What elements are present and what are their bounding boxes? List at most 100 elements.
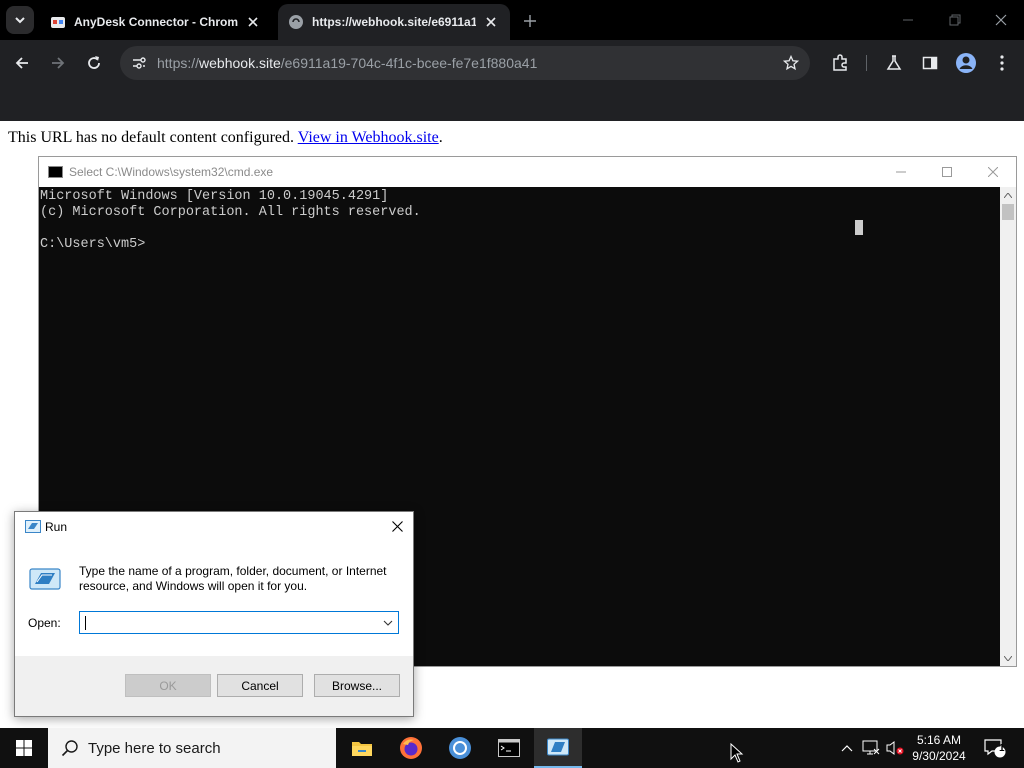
back-button[interactable]	[8, 49, 36, 77]
chrome-menu-button[interactable]	[988, 49, 1016, 77]
network-icon	[862, 740, 880, 755]
webhook-site-icon	[288, 14, 304, 30]
tab-search-button[interactable]	[6, 6, 34, 34]
side-panel-icon	[922, 56, 938, 70]
more-vert-icon	[1000, 55, 1004, 71]
restore-icon	[949, 14, 961, 26]
maximize-icon	[942, 167, 952, 177]
start-button[interactable]	[0, 728, 48, 768]
labs-button[interactable]	[880, 49, 908, 77]
open-combobox[interactable]	[79, 611, 399, 634]
taskbar-file-explorer[interactable]	[338, 728, 386, 768]
console-cursor	[855, 220, 863, 235]
close-window-button[interactable]	[986, 6, 1016, 34]
cmd-icon	[48, 166, 63, 178]
run-close-button[interactable]	[381, 512, 413, 540]
bookmark-star-icon[interactable]	[780, 52, 802, 74]
firefox-icon	[400, 737, 422, 759]
taskbar-run[interactable]	[534, 728, 582, 768]
chrome-icon	[449, 737, 471, 759]
cmd-minimize-button[interactable]	[878, 157, 924, 187]
close-icon	[995, 14, 1007, 26]
taskbar-search-box[interactable]: Type here to search	[48, 728, 336, 768]
text-caret	[85, 616, 86, 630]
chevron-down-icon[interactable]	[379, 614, 396, 631]
system-clock[interactable]: 5:16 AM 9/30/2024	[906, 732, 972, 764]
folder-icon	[352, 742, 372, 756]
minimize-icon	[896, 171, 906, 173]
page-message-text: This URL has no default content configur…	[8, 129, 298, 146]
minimize-button[interactable]	[893, 6, 923, 34]
cmd-maximize-button[interactable]	[924, 157, 970, 187]
run-icon	[547, 738, 569, 756]
tab-webhook[interactable]: https://webhook.site/e6911a19-704c-4f1c-…	[278, 4, 510, 40]
scroll-up-icon[interactable]	[1000, 187, 1016, 203]
terminal-icon	[498, 739, 520, 757]
taskbar-chrome[interactable]	[436, 728, 484, 768]
search-placeholder: Type here to search	[88, 739, 221, 757]
flask-icon	[886, 55, 902, 70]
taskbar-firefox[interactable]	[387, 728, 435, 768]
chevron-down-icon	[15, 17, 25, 24]
close-icon	[391, 520, 403, 532]
view-in-webhook-link[interactable]: View in Webhook.site	[298, 129, 439, 146]
taskbar-cmd[interactable]	[485, 728, 533, 768]
chrome-web-store-icon	[50, 14, 66, 30]
tab-title: https://webhook.site/e6911a19-704c-4f1c-…	[312, 15, 476, 29]
cmd-scrollbar[interactable]	[1000, 187, 1016, 666]
url-text: https://webhook.site/e6911a19-704c-4f1c-…	[157, 55, 537, 71]
forward-button[interactable]	[44, 49, 72, 77]
plus-icon	[524, 15, 536, 27]
page-message-trailing: .	[438, 129, 443, 146]
clock-date: 9/30/2024	[912, 749, 966, 763]
forward-arrow-icon	[52, 57, 65, 69]
browser-window: AnyDesk Connector - Chrome Web Store htt…	[0, 0, 1024, 121]
windows-logo-icon	[16, 740, 32, 756]
site-info-icon[interactable]	[128, 52, 150, 74]
cmd-close-button[interactable]	[970, 157, 1016, 187]
url-path: /e6911a19-704c-4f1c-bcee-fe7e1f880a41	[280, 55, 538, 71]
profile-button[interactable]	[952, 49, 980, 77]
run-titlebar[interactable]: Run	[15, 512, 413, 542]
mouse-pointer-icon	[730, 743, 744, 763]
close-tab-icon[interactable]	[482, 13, 500, 31]
run-title: Run	[45, 520, 68, 534]
puzzle-icon	[833, 54, 847, 71]
notification-count: 1	[999, 743, 1005, 754]
url-host: webhook.site	[199, 55, 281, 71]
restore-button[interactable]	[940, 6, 970, 34]
run-large-icon	[29, 568, 61, 590]
show-hidden-icons-button[interactable]	[836, 728, 858, 768]
bookmarks-bar	[0, 86, 1024, 121]
network-status[interactable]	[860, 728, 882, 768]
minimize-icon	[903, 19, 913, 21]
cancel-button[interactable]: Cancel	[217, 674, 303, 697]
reload-button[interactable]	[80, 49, 108, 77]
action-center-button[interactable]: 1	[978, 728, 1012, 768]
tab-title: AnyDesk Connector - Chrome Web Store	[74, 15, 238, 29]
ok-button[interactable]: OK	[125, 674, 211, 697]
side-panel-button[interactable]	[916, 49, 944, 77]
scroll-down-icon[interactable]	[1000, 650, 1016, 666]
close-icon	[988, 167, 998, 177]
run-dialog[interactable]: Run Type the name of a program, folder, …	[14, 511, 414, 717]
search-icon	[60, 738, 80, 758]
run-description: Type the name of a program, folder, docu…	[79, 564, 387, 593]
chevron-up-icon	[841, 745, 853, 752]
browser-toolbar: https://webhook.site/e6911a19-704c-4f1c-…	[0, 40, 1024, 86]
new-tab-button[interactable]	[518, 9, 542, 33]
page-message: This URL has no default content configur…	[8, 129, 443, 147]
open-label: Open:	[28, 616, 61, 630]
cmd-titlebar[interactable]: Select C:\Windows\system32\cmd.exe	[39, 157, 1016, 187]
close-tab-icon[interactable]	[244, 13, 262, 31]
cmd-title: Select C:\Windows\system32\cmd.exe	[69, 165, 274, 179]
tab-anydesk[interactable]: AnyDesk Connector - Chrome Web Store	[40, 4, 272, 40]
extensions-button[interactable]	[826, 49, 854, 77]
reload-icon	[88, 56, 100, 69]
scroll-thumb[interactable]	[1002, 204, 1014, 220]
volume-status[interactable]	[884, 728, 906, 768]
browse-button[interactable]: Browse...	[314, 674, 400, 697]
toolbar-divider	[866, 55, 867, 71]
address-bar[interactable]: https://webhook.site/e6911a19-704c-4f1c-…	[120, 46, 810, 80]
run-app-icon	[25, 520, 41, 533]
